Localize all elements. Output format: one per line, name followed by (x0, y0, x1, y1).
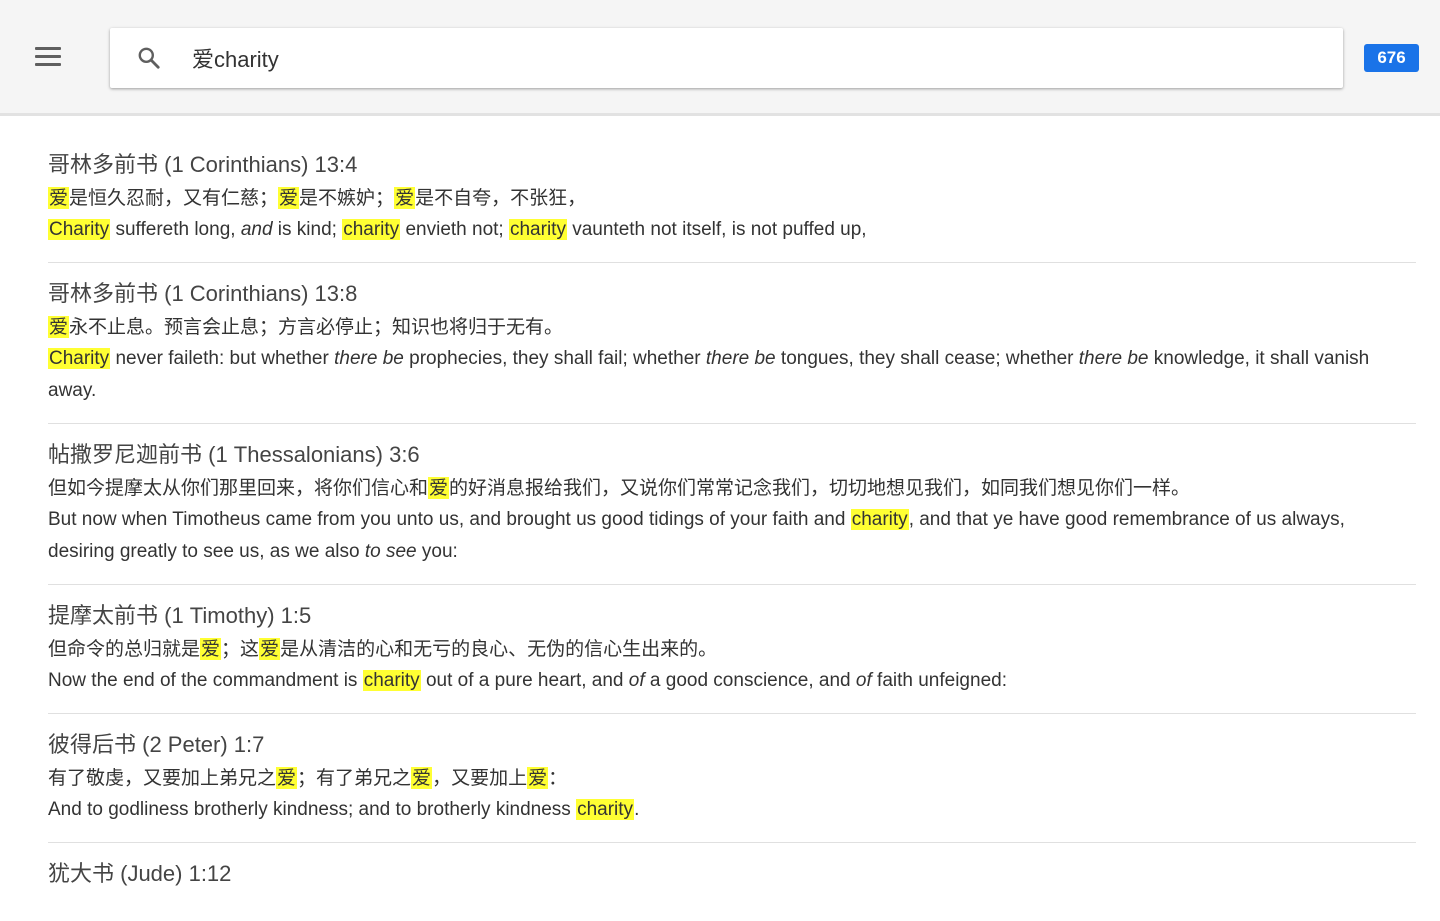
verse-result-item[interactable]: 提摩太前书 (1 Timothy) 1:5 但命令的总归就是爱；这爱是从清洁的心和… (48, 599, 1416, 714)
keyword-highlight: 爱 (276, 767, 298, 789)
keyword-highlight: charity (508, 219, 567, 240)
text-segment: never faileth: but whether (110, 348, 335, 369)
text-segment: envieth not; (400, 219, 509, 240)
keyword-highlight: 爱 (428, 477, 450, 499)
text-segment: tongues, they shall cease; whether (775, 348, 1079, 369)
results-list: 哥林多前书 (1 Corinthians) 13:4 爱是恒久忍耐，又有仁慈；爱是… (48, 148, 1416, 921)
menu-icon[interactable] (30, 44, 66, 72)
text-segment: 但如今提摩太从你们那里回来，将你们信心和 (48, 477, 429, 499)
text-segment: prophecies, they shall fail; whether (403, 348, 706, 369)
text-segment: 是不嫉妒； (299, 187, 395, 209)
search-input[interactable] (192, 38, 1312, 78)
keyword-highlight: 爱 (411, 767, 433, 789)
english-verse-text: And to godliness brotherly kindness; and… (48, 794, 1416, 826)
text-segment: . (634, 799, 640, 820)
english-verse-text: Charity suffereth long, and is kind; cha… (48, 214, 1416, 246)
chinese-verse-text: 爱永不止息。预言会止息；方言必停止；知识也将归于无有。 (48, 311, 1416, 343)
search-icon (138, 47, 160, 69)
keyword-highlight: charity (576, 799, 635, 820)
text-segment: 但命令的总归就是 (48, 638, 201, 660)
verse-result-item[interactable]: 哥林多前书 (1 Corinthians) 13:8 爱永不止息。预言会止息；方言… (48, 277, 1416, 424)
verse-result-item[interactable]: 哥林多前书 (1 Corinthians) 13:4 爱是恒久忍耐，又有仁慈；爱是… (48, 148, 1416, 263)
keyword-highlight: 爱 (278, 187, 300, 209)
italic-text: to see (364, 541, 417, 562)
italic-text: there be (705, 348, 776, 369)
italic-text: and (240, 219, 273, 240)
keyword-highlight: charity (362, 670, 421, 691)
text-segment: suffereth long, (110, 219, 241, 240)
text-segment: ，又要加上 (432, 767, 528, 789)
keyword-highlight: 爱 (48, 316, 70, 338)
chinese-verse-text: 但命令的总归就是爱；这爱是从清洁的心和无亏的良心、无伪的信心生出来的。 (48, 633, 1416, 665)
text-segment: And to godliness brotherly kindness; and… (48, 799, 577, 820)
verse-reference: 提摩太前书 (1 Timothy) 1:5 (48, 603, 312, 628)
keyword-highlight: 爱 (259, 638, 281, 660)
text-segment: is kind; (272, 219, 343, 240)
text-segment: ；这 (221, 638, 260, 660)
text-segment: vaunteth not itself, is not puffed up, (566, 219, 867, 240)
keyword-highlight: 爱 (394, 187, 416, 209)
search-box[interactable] (110, 28, 1343, 88)
verse-reference: 彼得后书 (2 Peter) 1:7 (48, 732, 265, 757)
text-segment: faith unfeigned: (871, 670, 1007, 691)
chinese-verse-text: 爱是恒久忍耐，又有仁慈；爱是不嫉妒；爱是不自夸，不张狂， (48, 182, 1416, 214)
italic-text: of (628, 670, 645, 691)
chinese-verse-text: 有了敬虔，又要加上弟兄之爱；有了弟兄之爱，又要加上爱： (48, 762, 1416, 794)
result-count-badge[interactable]: 676 (1364, 44, 1419, 72)
text-segment: ；有了弟兄之 (297, 767, 412, 789)
keyword-highlight: charity (342, 219, 401, 240)
verse-result-item[interactable]: 彼得后书 (2 Peter) 1:7 有了敬虔，又要加上弟兄之爱；有了弟兄之爱，又… (48, 728, 1416, 843)
keyword-highlight: Charity (48, 219, 111, 240)
text-segment: Now the end of the commandment is (48, 670, 363, 691)
verse-reference: 帖撒罗尼迦前书 (1 Thessalonians) 3:6 (48, 442, 420, 467)
english-verse-text: Charity never faileth: but whether there… (48, 343, 1416, 407)
text-segment: 是恒久忍耐，又有仁慈； (69, 187, 279, 209)
italic-text: there be (1078, 348, 1149, 369)
keyword-highlight: 爱 (48, 187, 70, 209)
verse-reference: 哥林多前书 (1 Corinthians) 13:8 (48, 281, 358, 306)
text-segment: But now when Timotheus came from you unt… (48, 509, 851, 530)
english-verse-text: But now when Timotheus came from you unt… (48, 504, 1416, 568)
verse-result-item[interactable]: 帖撒罗尼迦前书 (1 Thessalonians) 3:6 但如今提摩太从你们那里… (48, 438, 1416, 585)
text-segment: out of a pure heart, and (420, 670, 629, 691)
keyword-highlight: charity (850, 509, 909, 530)
italic-text: there be (334, 348, 404, 369)
keyword-highlight: Charity (48, 348, 111, 369)
text-segment: 有了敬虔，又要加上弟兄之 (48, 767, 277, 789)
text-segment: a good conscience, and (644, 670, 856, 691)
chinese-verse-text: 但如今提摩太从你们那里回来，将你们信心和爱的好消息报给我们，又说你们常常记念我们… (48, 472, 1416, 504)
keyword-highlight: 爱 (200, 638, 222, 660)
english-verse-text: Now the end of the commandment is charit… (48, 665, 1416, 697)
text-segment: ： (548, 767, 568, 789)
text-segment: 是从清洁的心和无亏的良心、无伪的信心生出来的。 (280, 638, 718, 660)
text-segment: 的好消息报给我们，又说你们常常记念我们，切切地想见我们，如同我们想见你们一样。 (449, 477, 1191, 499)
text-segment: you: (416, 541, 458, 562)
keyword-highlight: 爱 (527, 767, 549, 789)
text-segment: 永不止息。预言会止息；方言必停止；知识也将归于无有。 (69, 316, 564, 338)
italic-text: of (855, 670, 872, 691)
text-segment: 是不自夸，不张狂， (415, 187, 587, 209)
verse-reference: 哥林多前书 (1 Corinthians) 13:4 (48, 152, 358, 177)
verse-reference: 犹大书 (Jude) 1:12 (48, 861, 232, 886)
top-app-bar: 676 (0, 0, 1440, 116)
